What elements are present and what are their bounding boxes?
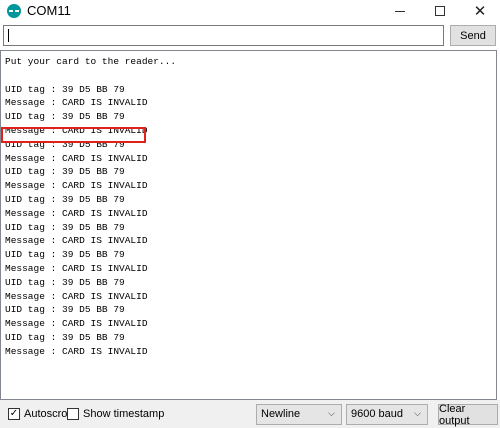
maximize-button[interactable] xyxy=(420,0,460,22)
bottom-toolbar: ✓ Autoscroll Show timestamp Newline ⌵ 96… xyxy=(0,400,500,428)
output-line: UID tag : 39 D5 BB 79 xyxy=(5,193,125,205)
maximize-icon xyxy=(435,6,445,16)
output-line: UID tag : 39 D5 BB 79 xyxy=(5,276,125,288)
serial-output-text: Put your card to the reader... UID tag : … xyxy=(5,55,176,359)
close-button[interactable]: ✕ xyxy=(460,0,500,22)
output-line: UID tag : 39 D5 BB 79 xyxy=(5,111,125,123)
chevron-down-icon: ⌵ xyxy=(328,409,335,419)
output-line: Message : CARD IS INVALID xyxy=(5,180,148,192)
output-line: Message : CARD IS INVALID xyxy=(5,235,148,247)
output-line: UID tag : 39 D5 BB 79 xyxy=(5,221,125,233)
title-bar: COM11 ✕ xyxy=(0,0,500,22)
output-line: Message : CARD IS INVALID xyxy=(5,152,148,164)
output-line: UID tag : 39 D5 BB 79 xyxy=(5,331,125,343)
output-line: UID tag : 39 D5 BB 79 xyxy=(5,304,125,316)
output-line: Message : CARD IS INVALID xyxy=(5,262,148,274)
window-title: COM11 xyxy=(27,3,71,18)
output-line: Message : CARD IS INVALID xyxy=(5,318,148,330)
uid-highlight-box xyxy=(1,127,146,143)
minimize-button[interactable] xyxy=(380,0,420,22)
send-button[interactable]: Send xyxy=(450,25,496,46)
autoscroll-checkbox[interactable]: ✓ xyxy=(8,408,20,420)
line-ending-select[interactable]: Newline ⌵ xyxy=(256,404,342,425)
output-line: Message : CARD IS INVALID xyxy=(5,97,148,109)
show-timestamp-label: Show timestamp xyxy=(83,408,165,420)
output-line: UID tag : 39 D5 BB 79 xyxy=(5,166,125,178)
baud-rate-select[interactable]: 9600 baud ⌵ xyxy=(346,404,428,425)
output-line: Message : CARD IS INVALID xyxy=(5,207,148,219)
close-icon: ✕ xyxy=(473,2,487,20)
output-line: Message : CARD IS INVALID xyxy=(5,290,148,302)
arduino-logo-icon xyxy=(7,4,21,18)
output-line: Message : CARD IS INVALID xyxy=(5,345,148,357)
chevron-down-icon: ⌵ xyxy=(414,409,421,419)
text-caret xyxy=(8,29,9,42)
serial-output-area[interactable]: Put your card to the reader... UID tag : … xyxy=(0,50,497,400)
baud-rate-value: 9600 baud xyxy=(351,408,403,420)
minimize-icon xyxy=(395,10,405,12)
output-line: Put your card to the reader... xyxy=(5,56,177,67)
checkmark-icon: ✓ xyxy=(9,408,19,419)
send-row: Send xyxy=(0,24,500,48)
clear-output-button[interactable]: Clear output xyxy=(438,403,498,427)
serial-send-input[interactable] xyxy=(3,25,444,46)
output-line: UID tag : 39 D5 BB 79 xyxy=(5,249,125,261)
line-ending-value: Newline xyxy=(261,408,301,420)
show-timestamp-checkbox[interactable] xyxy=(67,408,79,420)
output-line: UID tag : 39 D5 BB 79 xyxy=(5,83,125,95)
autoscroll-label: Autoscroll xyxy=(24,408,73,420)
